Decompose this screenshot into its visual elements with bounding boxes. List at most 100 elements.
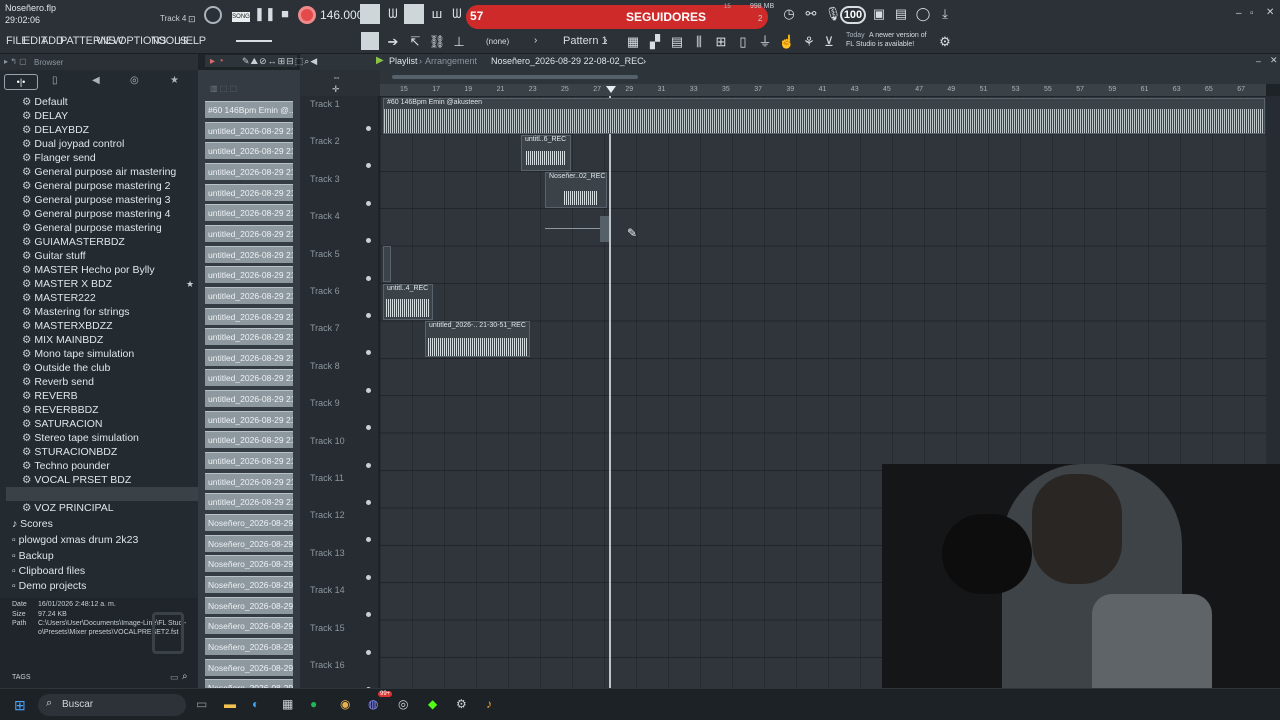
piano-roll-icon[interactable]: ▞ [646, 33, 664, 51]
playhead-marker[interactable] [606, 86, 616, 93]
browser-folder-item[interactable]: ▫ Demo projects [12, 580, 86, 592]
audio-clip-track2[interactable]: untitl..6_REC [521, 135, 571, 171]
link-icon[interactable]: ⚯ [802, 5, 820, 23]
favorite-star-icon[interactable]: ★ [186, 279, 194, 290]
record-button[interactable] [298, 6, 316, 24]
track-mute-dot[interactable] [366, 649, 371, 655]
clip-list-item[interactable]: untitled_2026-08-29 21-... [205, 286, 293, 304]
clip-list-item[interactable]: Noseñero_2026-08-29 2... [205, 514, 293, 531]
update-msg-2[interactable]: FL Studio is available! [846, 41, 914, 48]
chain-icon[interactable]: ⛓ [428, 33, 446, 51]
channel-rack-icon[interactable]: ▤ [668, 33, 686, 51]
browser-folder-item[interactable]: ▫ Backup [12, 550, 54, 562]
track-mute-dot[interactable] [366, 200, 371, 206]
tag-search-icon[interactable]: ⌕ [182, 671, 188, 682]
stop-button[interactable]: ■ [276, 5, 294, 23]
obs-icon[interactable]: ◎ [398, 697, 408, 711]
step-edit-icon[interactable] [361, 32, 379, 50]
audio-clip-track3[interactable]: Noseñer..02_REC [545, 172, 607, 208]
playlist-scrollbar[interactable] [380, 70, 1280, 84]
timer-icon[interactable]: ◷ [780, 5, 798, 23]
mixer-icon[interactable]: ⫼ [690, 33, 708, 51]
stamp-icon[interactable]: ⊥ [450, 33, 468, 51]
store-icon[interactable]: ▦ [282, 697, 293, 711]
render-icon[interactable]: ▤ [892, 5, 910, 23]
wait-input-icon[interactable]: ᗯ [384, 5, 402, 23]
file-explorer-icon[interactable]: ▬ [224, 697, 236, 711]
download-icon[interactable]: ⤓ [936, 5, 954, 23]
fl-studio-icon[interactable]: ♪ [486, 697, 492, 711]
track-name[interactable]: Track 13 [310, 548, 345, 558]
track-name[interactable]: Track 3 [310, 174, 340, 184]
clip-list-item[interactable]: Noseñero_2026-08-29 2... [205, 596, 293, 614]
clip-list-item[interactable]: untitled_2026-08-29 21-... [205, 266, 293, 284]
edge-icon[interactable]: ◐ [252, 697, 259, 711]
pattern-select[interactable]: Pattern 1 [563, 35, 608, 47]
playlist-play-icon[interactable]: ▶ [376, 55, 384, 66]
timeline-ruler[interactable]: 15 17 19 21 23 25 27 29 31 33 35 37 39 41 43 45 47 49 51 53… [380, 84, 1266, 96]
browser-preset-item[interactable]: ⚙ MASTERXBDZZ [22, 320, 113, 332]
clip-list-item[interactable]: untitled_2026-08-29 21-... [205, 328, 293, 346]
bpm-display[interactable]: 146.000 [320, 8, 363, 22]
track-mute-dot[interactable] [366, 275, 371, 281]
browser-preset-item[interactable]: ⚙ General purpose mastering [22, 222, 162, 234]
track-mute-dot[interactable] [366, 387, 371, 393]
browser-preset-item[interactable]: ⚙ Dual joypad control [22, 138, 124, 150]
track-mute-dot[interactable] [366, 313, 371, 318]
clip-list-item[interactable]: untitled_2026-08-29 21-... [205, 162, 293, 180]
playlist-tool-icons[interactable]: ▸ ◔ [210, 56, 224, 67]
search-box[interactable]: ⌕ Buscar [38, 694, 186, 716]
add-icon[interactable]: ✛ [332, 84, 340, 95]
kick-icon[interactable]: ◆ [428, 697, 437, 711]
playlist-recording-arrow[interactable]: › [643, 56, 646, 66]
browser-preset-item[interactable]: ⚙ SATURACION [22, 418, 102, 430]
browser-all-tab[interactable]: •|• [4, 74, 38, 90]
browser-preset-item[interactable]: ⚙ Default [22, 96, 68, 108]
browser-preset-item[interactable]: ⚙ Techno pounder [22, 460, 110, 472]
pat-song-toggle[interactable] [204, 6, 222, 24]
track-name[interactable]: Track 2 [310, 136, 340, 146]
track-mute-dot[interactable] [366, 126, 371, 131]
browser-preset-item[interactable]: ⚙ STURACIONBDZ [22, 446, 117, 458]
browser-preset-item[interactable]: ⚙ MIX MAINBDZ [22, 334, 103, 346]
track-name[interactable]: Track 4 [310, 211, 340, 221]
pattern-next-icon[interactable]: › [604, 35, 607, 46]
clip-list-item[interactable]: untitled_2026-08-29 21-... [205, 369, 293, 387]
browser-folder-item[interactable]: ♪ Scores [12, 518, 53, 530]
playlist-icon[interactable]: ▦ [624, 33, 642, 51]
track-name[interactable]: Track 6 [310, 286, 340, 296]
settings-icon[interactable]: ⚙ [936, 33, 954, 51]
browser-preset-item[interactable]: ⚙ Reverb send [22, 376, 94, 388]
minimize-icon[interactable]: – [1236, 8, 1242, 19]
clip-list-item[interactable]: Noseñero_2026-08-29 2... [205, 658, 293, 676]
track-name[interactable]: Track 12 [310, 510, 345, 520]
loop-record-icon[interactable]: ᗯ [448, 5, 466, 23]
clip-list-item[interactable]: Noseñero_2026-08-29 2... [205, 617, 293, 635]
pattern-prev-icon[interactable]: › [534, 35, 537, 46]
browser-preset-item[interactable]: ⚙ Guitar stuff [22, 250, 86, 262]
song-mode-button[interactable]: SONG [232, 12, 250, 22]
task-view-icon[interactable]: ▭ [196, 697, 207, 711]
track-name[interactable]: Track 16 [310, 660, 345, 670]
zoom-icon[interactable]: ⇔ [332, 72, 341, 82]
clip-list-item[interactable]: untitled_2026-08-29 21-... [205, 307, 293, 325]
track-name[interactable]: Track 11 [310, 473, 344, 483]
browser-preset-item[interactable]: ⚙ GUIAMASTERBDZ [22, 236, 125, 248]
audio-clip-track7[interactable]: untitled_2026-.. 21-30-51_REC [425, 321, 530, 357]
browser-preset-item[interactable]: ⚙ Mono tape simulation [22, 348, 134, 360]
master-volume[interactable]: 100 [840, 6, 866, 24]
track-name[interactable]: Track 8 [310, 361, 340, 371]
browser-favorites-icon[interactable]: ★ [170, 75, 179, 86]
track-mute-dot[interactable] [366, 500, 371, 505]
metronome-icon[interactable] [360, 4, 380, 24]
browser-preset-item[interactable]: ⚙ VOCAL PRSET BDZ [22, 474, 131, 486]
audio-clip-track6[interactable]: untitl..4_REC [383, 284, 433, 320]
clip-list-item[interactable]: untitled_2026-08-29 21-... [205, 121, 293, 139]
discord-icon[interactable]: ◍ [368, 697, 378, 711]
clip-list-item[interactable]: untitled_2026-08-29 21-... [205, 224, 293, 242]
track-mute-dot[interactable] [366, 574, 371, 580]
browser-preset-item[interactable]: ⚙ DELAY [22, 110, 68, 122]
track-name[interactable]: Track 5 [310, 249, 340, 259]
browser-folder-item[interactable]: ▫ Clipboard files [12, 565, 85, 577]
track-name[interactable]: Track 9 [310, 398, 340, 408]
